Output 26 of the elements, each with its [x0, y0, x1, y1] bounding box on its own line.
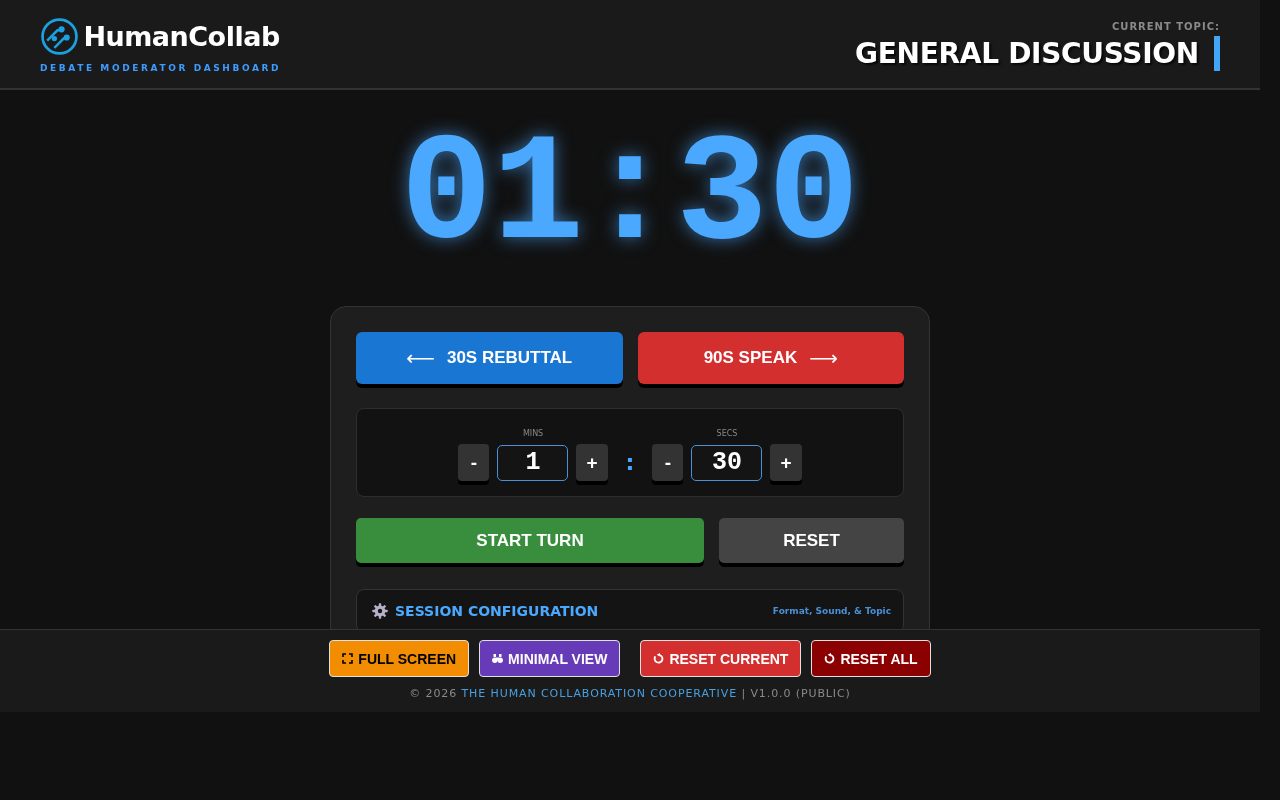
accent-bar [1214, 36, 1220, 71]
number-input[interactable]: 1 [497, 444, 569, 481]
session-config-header[interactable]: SESSION CONFIGURATION Format, Sound, & Topic [356, 589, 904, 629]
copyright-text: © 2026 THE HUMAN COLLABORATION COOPERATIVE | V1.0.0 (PUBLIC) [409, 687, 851, 700]
reset-all-button[interactable]: RESET ALL [811, 640, 931, 677]
time-separator: : [625, 450, 635, 475]
binoculars-icon [492, 653, 504, 664]
brand-subtitle: DEBATE MODERATOR DASHBOARD [40, 62, 282, 73]
brand-name: HumanCollab [83, 20, 280, 52]
refresh-icon [653, 653, 665, 664]
config-hint: Format, Sound, & Topic [772, 606, 891, 616]
topic-label: CURRENT TOPIC: [1111, 21, 1220, 32]
topic-title: GENERAL DISCUSSION [855, 37, 1199, 70]
expand-icon [342, 653, 354, 664]
timer-display: 01:30 [400, 109, 860, 285]
refresh-icon [824, 653, 836, 664]
fullscreen-button[interactable]: FULL SCREEN [329, 640, 470, 677]
logo-icon [41, 17, 79, 55]
field-label: SECS [716, 429, 738, 438]
reset-current-button[interactable]: RESET CURRENT [640, 640, 802, 677]
minimal-button[interactable]: MINIMAL VIEW [479, 640, 621, 677]
field-label: MINS [522, 429, 544, 438]
cooperative-link[interactable]: THE HUMAN COLLABORATION COOPERATIVE [461, 687, 737, 700]
config-title: SESSION CONFIGURATION [395, 603, 599, 619]
gear-icon [372, 603, 388, 619]
number-input[interactable]: 30 [691, 444, 763, 481]
